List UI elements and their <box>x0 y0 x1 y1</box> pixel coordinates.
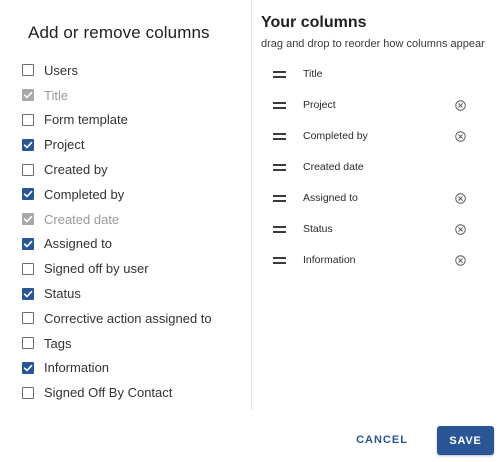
drag-handle-icon[interactable] <box>273 226 286 233</box>
column-option-label: Signed Off By Contact <box>44 385 173 401</box>
checkbox[interactable] <box>22 138 34 151</box>
column-option[interactable]: Assigned to <box>22 232 212 257</box>
checkbox <box>22 213 34 226</box>
selected-column-row[interactable]: Title <box>252 59 504 90</box>
column-option[interactable]: Form template <box>22 108 212 133</box>
drag-handle-icon[interactable] <box>273 257 286 264</box>
column-option[interactable]: Signed off by user <box>22 256 212 281</box>
checkbox[interactable] <box>22 386 34 399</box>
column-option[interactable]: Status <box>22 281 212 306</box>
check-icon <box>23 141 33 149</box>
column-option: Created date <box>22 207 212 232</box>
remove-circle-icon[interactable] <box>455 193 466 204</box>
column-option[interactable]: Signed Off By Contact <box>22 380 212 405</box>
column-option[interactable]: Created by <box>22 157 212 182</box>
check-icon <box>23 215 33 223</box>
column-option-label: Users <box>44 62 78 78</box>
selected-column-label: Created date <box>303 161 364 173</box>
column-option-label: Assigned to <box>44 236 112 252</box>
selected-column-row[interactable]: Status <box>252 214 504 245</box>
checkbox[interactable] <box>22 361 34 374</box>
check-icon <box>23 364 33 372</box>
check-icon <box>23 91 33 99</box>
your-columns-panel: Your columns drag and drop to reorder ho… <box>252 0 504 410</box>
column-option-label: Project <box>44 137 85 153</box>
remove-circle-icon[interactable] <box>455 100 466 111</box>
cancel-button[interactable]: CANCEL <box>346 427 418 453</box>
column-option[interactable]: Information <box>22 356 212 381</box>
save-button[interactable]: SAVE <box>437 426 494 455</box>
column-settings-dialog: Add or remove columns Users Title Form tem… <box>0 0 504 462</box>
column-option-label: Tags <box>44 335 72 351</box>
check-icon <box>23 290 33 297</box>
selected-column-row[interactable]: Project <box>252 90 504 121</box>
left-panel-title: Add or remove columns <box>28 23 210 42</box>
column-option[interactable]: Tags <box>22 331 212 356</box>
selected-column-label: Information <box>303 254 356 266</box>
selected-column-label: Project <box>303 99 336 111</box>
column-option[interactable]: Users <box>22 58 212 83</box>
add-remove-columns-panel: Add or remove columns Users Title Form tem… <box>0 0 251 410</box>
drag-handle-icon[interactable] <box>273 71 286 78</box>
checkbox[interactable] <box>22 312 34 325</box>
check-icon <box>23 240 33 248</box>
selected-columns-list: Title Project Completed by Created date Assi… <box>252 59 504 276</box>
column-option[interactable]: Corrective action assigned to <box>22 306 212 331</box>
selected-column-row[interactable]: Created date <box>252 152 504 183</box>
selected-column-label: Status <box>303 223 333 235</box>
column-option-label: Form template <box>44 112 128 128</box>
remove-circle-icon[interactable] <box>455 224 466 235</box>
checkbox[interactable] <box>22 262 34 275</box>
drag-handle-icon[interactable] <box>273 195 286 202</box>
checkbox[interactable] <box>22 113 34 126</box>
dialog-footer: CANCEL SAVE <box>0 410 504 462</box>
checkbox[interactable] <box>22 287 34 300</box>
column-option: Title <box>22 83 212 108</box>
column-option-label: Information <box>44 360 110 376</box>
column-option-label: Status <box>44 286 81 302</box>
checkbox <box>22 89 34 102</box>
selected-column-label: Assigned to <box>303 192 358 204</box>
check-icon <box>23 191 33 198</box>
column-option-label: Corrective action assigned to <box>44 310 212 326</box>
right-panel-title: Your columns <box>261 14 367 31</box>
column-option-label: Signed off by user <box>44 261 149 277</box>
column-options-list: Users Title Form template Project Created by… <box>22 58 212 405</box>
column-option-label: Created by <box>44 162 108 178</box>
selected-column-label: Title <box>303 68 323 80</box>
column-option-label: Created date <box>44 211 120 227</box>
selected-column-row[interactable]: Information <box>252 245 504 276</box>
drag-handle-icon[interactable] <box>273 164 286 171</box>
drag-handle-icon[interactable] <box>273 102 286 109</box>
drag-handle-icon[interactable] <box>273 133 286 140</box>
right-panel-subtitle: drag and drop to reorder how columns app… <box>261 38 485 50</box>
column-option-label: Title <box>44 87 69 103</box>
remove-circle-icon[interactable] <box>455 131 466 142</box>
selected-column-label: Completed by <box>303 130 368 142</box>
remove-circle-icon[interactable] <box>455 255 466 266</box>
selected-column-row[interactable]: Assigned to <box>252 183 504 214</box>
column-option[interactable]: Project <box>22 132 212 157</box>
checkbox[interactable] <box>22 188 34 201</box>
checkbox[interactable] <box>22 237 34 250</box>
checkbox[interactable] <box>22 163 34 176</box>
selected-column-row[interactable]: Completed by <box>252 121 504 152</box>
checkbox[interactable] <box>22 64 34 77</box>
column-option-label: Completed by <box>44 186 125 202</box>
checkbox[interactable] <box>22 337 34 350</box>
column-option[interactable]: Completed by <box>22 182 212 207</box>
